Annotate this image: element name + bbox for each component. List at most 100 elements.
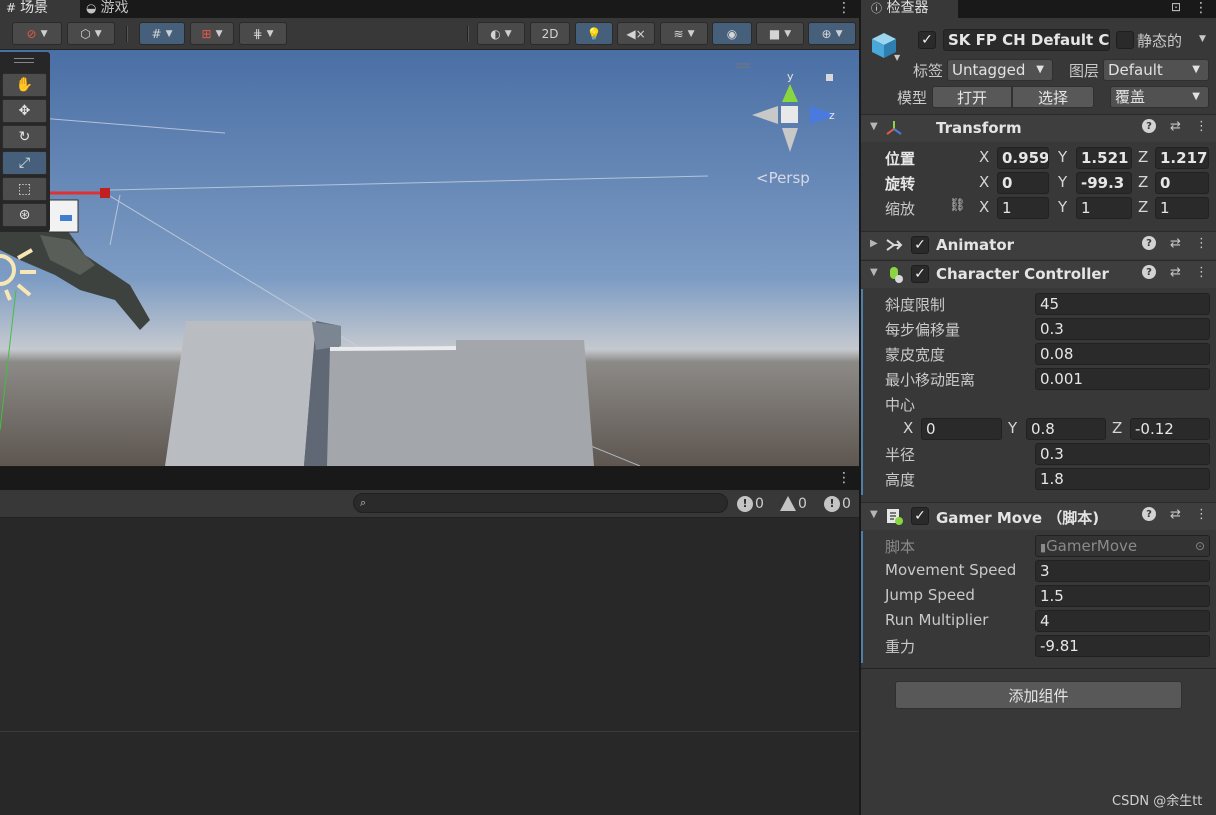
warning-count-toggle[interactable]: 0: [780, 492, 807, 515]
center-z-field[interactable]: -0.12: [1130, 418, 1210, 440]
lighting-toggle[interactable]: 💡: [575, 22, 613, 45]
rotate-tool[interactable]: ↻: [2, 125, 47, 149]
position-x-field[interactable]: 0.959: [997, 147, 1049, 169]
slope-limit-field[interactable]: 45: [1035, 293, 1210, 315]
movement-speed-field[interactable]: 3: [1035, 560, 1210, 582]
component-menu-icon[interactable]: ⋮: [1195, 119, 1208, 134]
tab-inspector[interactable]: ⓘ 检查器: [861, 0, 958, 18]
min-move-distance-field[interactable]: 0.001: [1035, 368, 1210, 390]
presets-icon[interactable]: ⇄: [1170, 119, 1181, 134]
component-menu-icon[interactable]: ⋮: [1195, 507, 1208, 522]
add-component-button[interactable]: 添加组件: [895, 681, 1182, 709]
shading-dropdown[interactable]: ⬡ ▼: [67, 22, 115, 45]
object-name-field[interactable]: SK FP CH Default Cu: [943, 29, 1110, 51]
position-z-field[interactable]: 1.217: [1155, 147, 1209, 169]
rotation-x-field[interactable]: 0: [997, 172, 1049, 194]
rotation-z-field[interactable]: 0: [1155, 172, 1209, 194]
icon-picker-caret-icon[interactable]: ▼: [894, 53, 900, 62]
effects-dropdown[interactable]: ≋ ▼: [660, 22, 708, 45]
animator-enabled-checkbox[interactable]: ✓: [911, 236, 929, 254]
static-caret-icon[interactable]: ▼: [1199, 34, 1206, 44]
component-menu-icon[interactable]: ⋮: [1195, 265, 1208, 280]
center-x-field[interactable]: 0: [921, 418, 1002, 440]
scene-more-icon[interactable]: ⋮: [837, 0, 851, 16]
foldout-open-icon[interactable]: ▼: [870, 509, 878, 520]
center-z-axis[interactable]: Z: [1112, 419, 1122, 437]
persp-label[interactable]: <Persp: [756, 169, 810, 187]
help-icon[interactable]: ?: [1142, 119, 1156, 133]
palette-grip-icon[interactable]: [14, 58, 34, 63]
position-y-axis[interactable]: Y: [1058, 148, 1067, 166]
scale-z-field[interactable]: 1: [1155, 197, 1209, 219]
rect-tool[interactable]: ⬚: [2, 177, 47, 201]
hidden-objects-toggle[interactable]: ◉: [712, 22, 752, 45]
help-icon[interactable]: ?: [1142, 236, 1156, 250]
step-offset-field[interactable]: 0.3: [1035, 318, 1210, 340]
position-y-field[interactable]: 1.521: [1076, 147, 1132, 169]
move-tool[interactable]: ✥: [2, 99, 47, 123]
hand-tool[interactable]: ✋: [2, 73, 47, 97]
object-picker-icon[interactable]: ⊙: [1195, 536, 1205, 556]
character-controller-enabled-checkbox[interactable]: ✓: [911, 265, 929, 283]
scene-viewport[interactable]: y z: [0, 50, 859, 466]
static-checkbox[interactable]: [1116, 31, 1134, 49]
overrides-dropdown[interactable]: 覆盖 ▼: [1110, 86, 1209, 108]
center-y-field[interactable]: 0.8: [1026, 418, 1106, 440]
height-field[interactable]: 1.8: [1035, 468, 1210, 490]
console-more-icon[interactable]: ⋮: [837, 470, 851, 486]
component-menu-icon[interactable]: ⋮: [1195, 236, 1208, 251]
scale-y-axis[interactable]: Y: [1058, 198, 1067, 216]
transform-tool[interactable]: ⊛: [2, 203, 47, 227]
render-mode-dropdown[interactable]: ◐ ▼: [477, 22, 525, 45]
rotation-y-field[interactable]: -99.3: [1076, 172, 1132, 194]
position-z-axis[interactable]: Z: [1138, 148, 1148, 166]
presets-icon[interactable]: ⇄: [1170, 265, 1181, 280]
error-count-toggle[interactable]: ! 0: [824, 492, 851, 515]
inspector-more-icon[interactable]: ⋮: [1194, 0, 1208, 16]
grid-visibility-dropdown[interactable]: ⋕ ▼: [239, 22, 287, 45]
center-y-axis[interactable]: Y: [1008, 419, 1017, 437]
tab-scene[interactable]: # 场景: [0, 0, 80, 18]
tag-dropdown[interactable]: Untagged ▼: [947, 59, 1053, 81]
presets-icon[interactable]: ⇄: [1170, 507, 1181, 522]
info-count-toggle[interactable]: ! 0: [737, 492, 764, 515]
gamer-move-enabled-checkbox[interactable]: ✓: [911, 507, 929, 525]
open-model-button[interactable]: 打开: [932, 86, 1012, 108]
snap-increment-dropdown[interactable]: ⊞ ▼: [190, 22, 234, 45]
select-model-button[interactable]: 选择: [1012, 86, 1094, 108]
foldout-open-icon[interactable]: ▼: [870, 121, 878, 132]
tab-game[interactable]: ◒ 游戏: [80, 0, 150, 18]
gamer-move-header[interactable]: ▼ ✓ Gamer Move （脚本) ? ⇄ ⋮: [861, 502, 1216, 530]
character-controller-header[interactable]: ▼ ✓ Character Controller ? ⇄ ⋮: [861, 260, 1216, 288]
script-field[interactable]: ▮GamerMove ⊙: [1035, 535, 1210, 557]
rotation-z-axis[interactable]: Z: [1138, 173, 1148, 191]
scale-z-axis[interactable]: Z: [1138, 198, 1148, 216]
help-icon[interactable]: ?: [1142, 265, 1156, 279]
camera-dropdown[interactable]: ■ ▼: [756, 22, 804, 45]
rotation-y-axis[interactable]: Y: [1058, 173, 1067, 191]
scale-x-field[interactable]: 1: [997, 197, 1049, 219]
skin-width-field[interactable]: 0.08: [1035, 343, 1210, 365]
scale-x-axis[interactable]: X: [979, 198, 989, 216]
lock-icon[interactable]: ⊡: [1171, 0, 1181, 14]
layer-dropdown[interactable]: Default ▼: [1103, 59, 1209, 81]
radius-field[interactable]: 0.3: [1035, 443, 1210, 465]
scale-tool[interactable]: ⤢: [2, 151, 47, 175]
center-x-axis[interactable]: X: [903, 419, 913, 437]
run-multiplier-field[interactable]: 4: [1035, 610, 1210, 632]
presets-icon[interactable]: ⇄: [1170, 236, 1181, 251]
jump-speed-field[interactable]: 1.5: [1035, 585, 1210, 607]
grid-snap-dropdown[interactable]: # ▼: [139, 22, 185, 45]
constrain-proportions-icon[interactable]: ⛓: [949, 198, 966, 213]
transform-header[interactable]: ▼ Transform ? ⇄ ⋮: [861, 114, 1216, 142]
foldout-open-icon[interactable]: ▼: [870, 267, 878, 278]
gravity-field[interactable]: -9.81: [1035, 635, 1210, 657]
position-x-axis[interactable]: X: [979, 148, 989, 166]
scale-y-field[interactable]: 1: [1076, 197, 1132, 219]
help-icon[interactable]: ?: [1142, 507, 1156, 521]
foldout-closed-icon[interactable]: ▶: [870, 238, 878, 249]
console-search-input[interactable]: ⌕: [353, 493, 728, 513]
audio-toggle[interactable]: ◀×: [617, 22, 655, 45]
draw-mode-dropdown[interactable]: ⊘ ▼: [12, 22, 62, 45]
gizmos-dropdown[interactable]: ⊕ ▼: [808, 22, 856, 45]
